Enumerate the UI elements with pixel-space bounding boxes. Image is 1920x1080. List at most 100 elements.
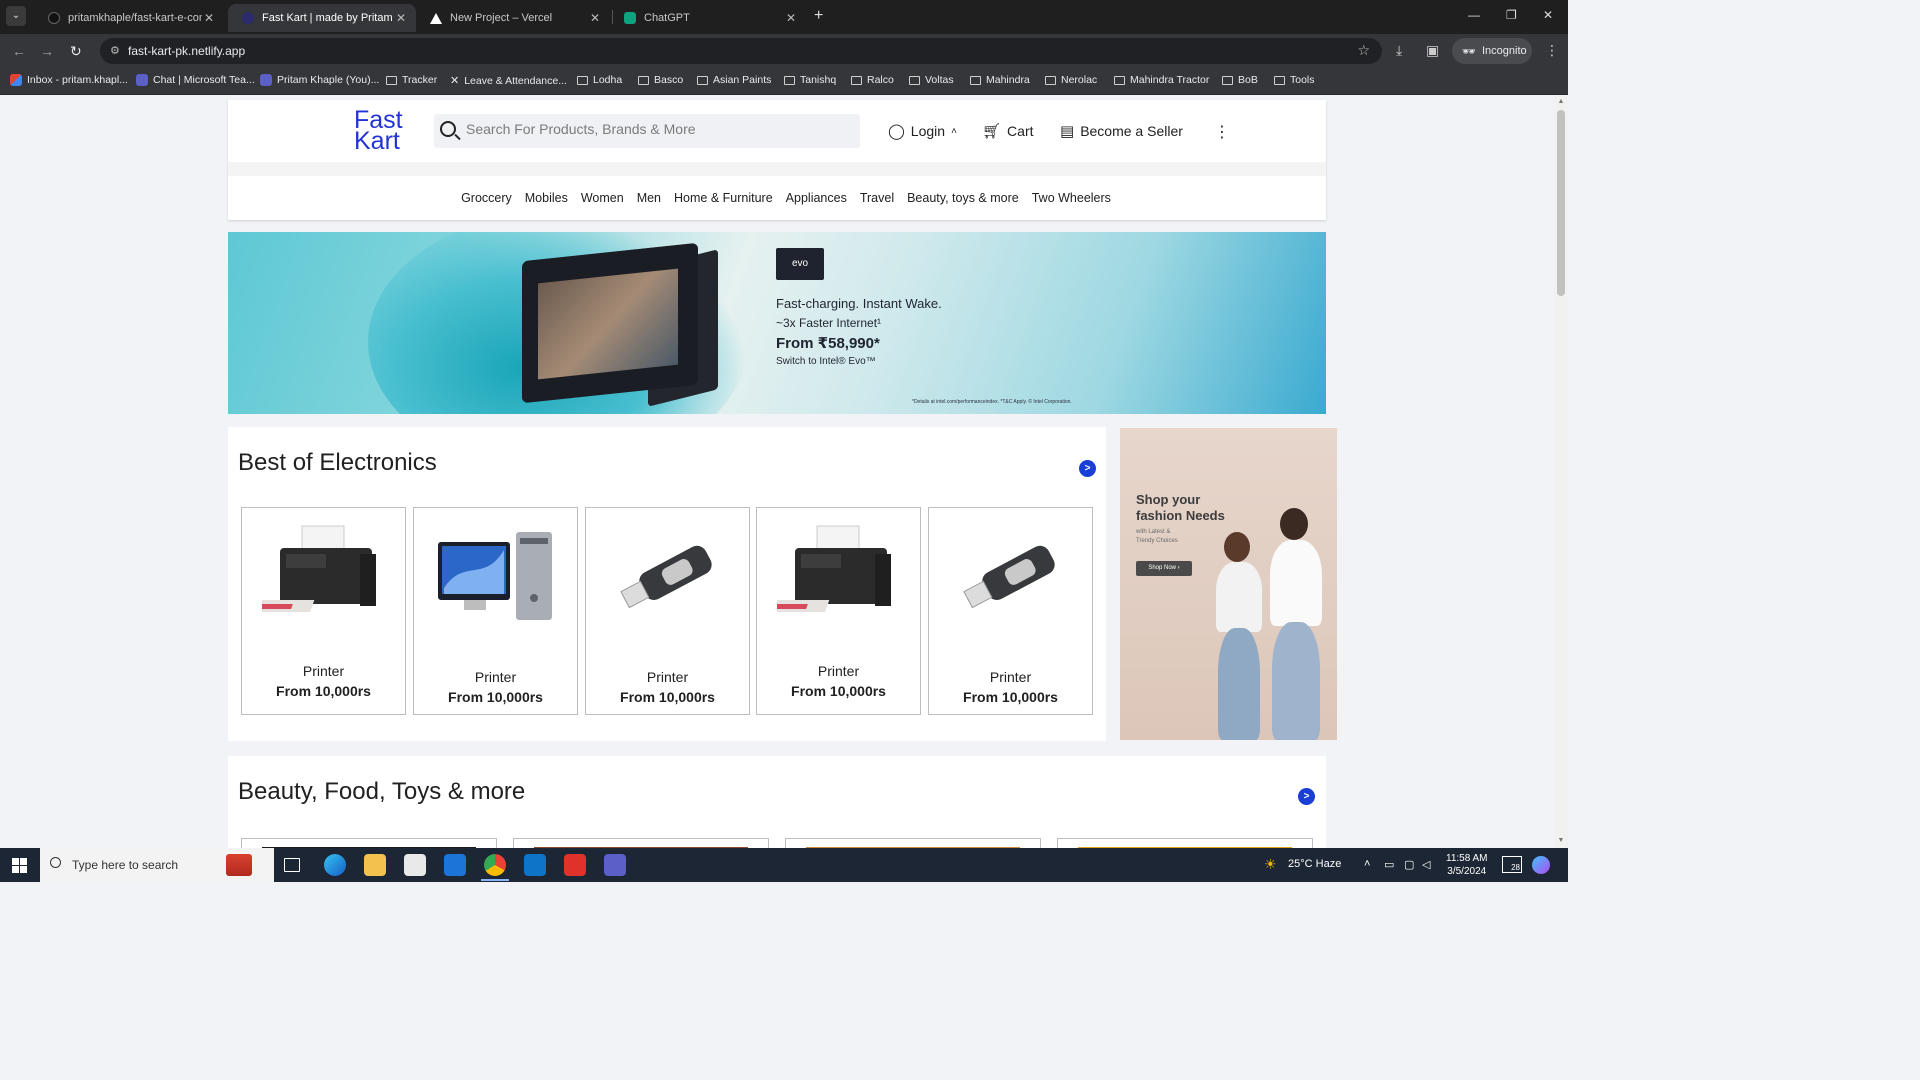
product-card[interactable]: Printer From 10,000rs xyxy=(928,507,1093,715)
mail-icon[interactable] xyxy=(444,854,466,876)
gmail-icon xyxy=(10,74,22,86)
category-mobiles[interactable]: Mobiles xyxy=(525,191,568,205)
anydesk-icon[interactable] xyxy=(564,854,586,876)
bookmark-inbox[interactable]: Inbox - pritam.khapl... xyxy=(10,74,128,86)
microsoft-store-icon[interactable] xyxy=(404,854,426,876)
back-icon[interactable]: ← xyxy=(12,43,26,59)
address-bar[interactable]: ⚙ fast-kart-pk.netlify.app ☆ xyxy=(100,38,1382,64)
search-bar xyxy=(434,114,860,148)
product-tile[interactable] xyxy=(241,838,497,848)
product-card[interactable]: Printer From 10,000rs xyxy=(241,507,406,715)
bookmark-mahindra[interactable]: Mahindra xyxy=(970,74,1030,86)
login-button[interactable]: ◯ Login ˄ xyxy=(888,122,957,140)
meet-icon[interactable]: ▭ xyxy=(1384,858,1394,871)
product-card[interactable]: Printer From 10,000rs xyxy=(756,507,921,715)
category-home-furniture[interactable]: Home & Furniture xyxy=(674,191,773,205)
more-options-icon[interactable]: ⋮ xyxy=(1214,122,1230,142)
bookmark-tools[interactable]: Tools xyxy=(1274,74,1315,86)
bookmark-teams-chat[interactable]: Chat | Microsoft Tea... xyxy=(136,74,255,86)
bookmark-teams-profile[interactable]: Pritam Khaple (You)... xyxy=(260,74,379,86)
weather-text[interactable]: 25°C Haze xyxy=(1288,858,1341,870)
bookmark-star-icon[interactable]: ☆ xyxy=(1357,42,1370,59)
vscode-icon[interactable] xyxy=(524,854,546,876)
windows-start-icon[interactable] xyxy=(12,858,27,873)
notification-center-icon[interactable]: 28 xyxy=(1502,856,1522,873)
close-window-icon[interactable]: ✕ xyxy=(1543,8,1553,22)
tab-github[interactable]: pritamkhaple/fast-kart-e-comm ✕ xyxy=(34,4,224,32)
copilot-icon[interactable] xyxy=(1532,856,1550,874)
search-highlight-icon xyxy=(226,854,252,876)
become-seller-button[interactable]: ▤ Become a Seller xyxy=(1060,122,1183,140)
close-tab-icon[interactable]: ✕ xyxy=(394,11,408,25)
tab-fast-kart[interactable]: Fast Kart | made by Pritam ✕ xyxy=(228,4,416,32)
forward-icon[interactable]: → xyxy=(40,43,54,59)
teams-icon[interactable] xyxy=(604,854,626,876)
browser-menu-icon[interactable]: ⋮ xyxy=(1545,43,1559,57)
taskbar-clock[interactable]: 11:58 AM 3/5/2024 xyxy=(1446,852,1488,878)
bookmark-tracker[interactable]: Tracker xyxy=(386,74,437,86)
network-icon[interactable]: ▢ xyxy=(1404,858,1414,871)
product-price: From 10,000rs xyxy=(963,689,1058,705)
volume-icon[interactable]: ◁ xyxy=(1422,858,1430,871)
chatgpt-icon xyxy=(624,12,636,24)
tab-chatgpt[interactable]: ChatGPT ✕ xyxy=(610,4,806,32)
fashion-ad-banner[interactable]: Shop your fashion Needs with Latest & Tr… xyxy=(1120,428,1337,740)
search-input[interactable] xyxy=(466,121,846,137)
scroll-up-icon[interactable]: ▲ xyxy=(1557,98,1565,105)
category-appliances[interactable]: Appliances xyxy=(786,191,847,205)
bookmark-leave[interactable]: ✕ Leave & Attendance... xyxy=(450,74,567,88)
scroll-down-icon[interactable]: ▼ xyxy=(1557,837,1565,844)
restore-icon[interactable]: ❐ xyxy=(1506,8,1517,22)
category-women[interactable]: Women xyxy=(581,191,624,205)
bookmark-tanishq[interactable]: Tanishq xyxy=(784,74,836,86)
bookmark-voltas[interactable]: Voltas xyxy=(909,74,954,86)
page-scrollbar[interactable]: ▲ ▼ xyxy=(1554,96,1568,848)
category-two-wheelers[interactable]: Two Wheelers xyxy=(1032,191,1111,205)
taskbar-search-box[interactable]: Type here to search xyxy=(40,848,274,882)
category-travel[interactable]: Travel xyxy=(860,191,894,205)
chrome-icon[interactable] xyxy=(484,854,506,876)
search-icon[interactable] xyxy=(440,121,456,137)
cart-button[interactable]: 🛒︎ Cart xyxy=(982,122,1034,140)
tray-overflow-icon[interactable]: ˄ xyxy=(1364,858,1370,870)
bookmark-asian-paints[interactable]: Asian Paints xyxy=(697,74,771,86)
file-explorer-icon[interactable] xyxy=(364,854,386,876)
bookmark-bob[interactable]: BoB xyxy=(1222,74,1258,86)
task-view-icon[interactable] xyxy=(284,858,300,872)
product-tile[interactable] xyxy=(785,838,1041,848)
close-tab-icon[interactable]: ✕ xyxy=(202,11,216,25)
category-groccery[interactable]: Groccery xyxy=(461,191,512,205)
tab-search-button[interactable]: ⌄ xyxy=(6,6,26,26)
category-men[interactable]: Men xyxy=(637,191,661,205)
product-card[interactable]: Printer From 10,000rs xyxy=(413,507,578,715)
tab-vercel[interactable]: New Project – Vercel ✕ xyxy=(416,4,610,32)
side-panel-icon[interactable]: ▣ xyxy=(1426,43,1439,57)
bookmark-ralco[interactable]: Ralco xyxy=(851,74,894,86)
site-info-icon[interactable]: ⚙ xyxy=(110,44,120,57)
printer-image xyxy=(262,525,376,612)
category-beauty-toys[interactable]: Beauty, toys & more xyxy=(907,191,1019,205)
promo-banner[interactable]: evo Fast-charging. Instant Wake. ~3x Fas… xyxy=(228,232,1326,414)
reload-icon[interactable]: ↻ xyxy=(70,43,82,59)
incognito-badge[interactable]: 🕶 Incognito xyxy=(1452,38,1532,64)
product-card[interactable]: Printer From 10,000rs xyxy=(585,507,750,715)
fastkart-logo[interactable]: Fast Kart xyxy=(354,108,414,154)
bookmark-lodha[interactable]: Lodha xyxy=(577,74,622,86)
bookmark-nerolac[interactable]: Nerolac xyxy=(1045,74,1097,86)
close-tab-icon[interactable]: ✕ xyxy=(784,11,798,25)
bookmark-basco[interactable]: Basco xyxy=(638,74,683,86)
url-text[interactable]: fast-kart-pk.netlify.app xyxy=(128,44,245,58)
edge-icon[interactable] xyxy=(324,854,346,876)
product-tile[interactable] xyxy=(513,838,769,848)
scroll-thumb[interactable] xyxy=(1557,110,1565,296)
tab-title: Fast Kart | made by Pritam xyxy=(262,12,393,24)
download-icon[interactable]: ⤓ xyxy=(1396,43,1402,57)
shop-now-button[interactable]: Shop Now › xyxy=(1136,561,1192,576)
product-tile[interactable] xyxy=(1057,838,1313,848)
close-tab-icon[interactable]: ✕ xyxy=(588,11,602,25)
new-tab-button[interactable]: + xyxy=(814,8,823,24)
next-arrow-button[interactable]: > xyxy=(1079,460,1096,477)
bookmark-mahindra-tractor[interactable]: Mahindra Tractor xyxy=(1114,74,1209,86)
minimize-icon[interactable]: — xyxy=(1468,8,1480,22)
next-arrow-button[interactable]: > xyxy=(1298,788,1315,805)
